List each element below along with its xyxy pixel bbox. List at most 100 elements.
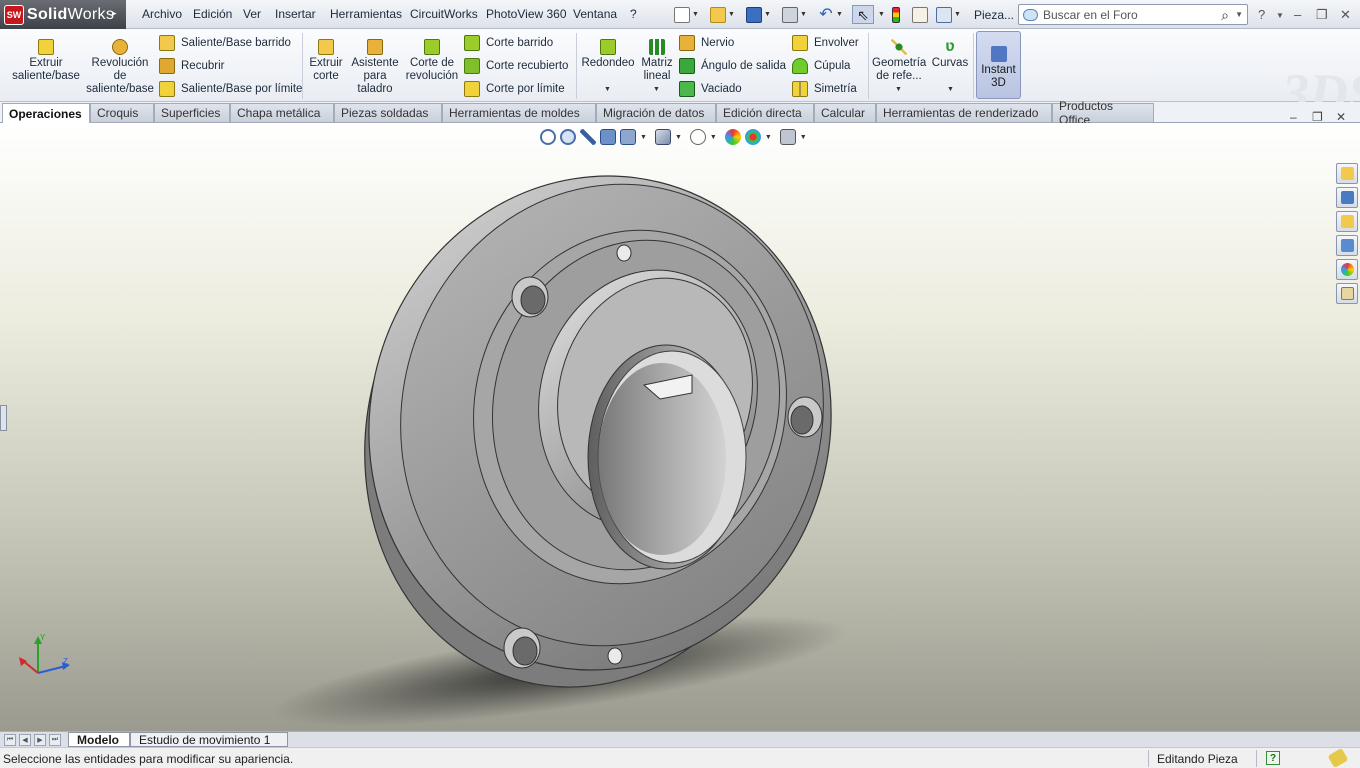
tab-operaciones[interactable]: Operaciones — [2, 103, 90, 124]
reference-triad[interactable]: Y Z — [14, 633, 74, 678]
revolve-boss-button[interactable]: Revolución de saliente/base — [86, 39, 154, 96]
loft-boss-button[interactable]: Recubrir — [159, 58, 224, 74]
dome-button[interactable]: Cúpula — [792, 58, 850, 74]
reference-geometry-label: Geometría de refe... — [872, 57, 927, 82]
swept-cut-label: Corte barrido — [486, 37, 554, 49]
curves-button[interactable]: ʋ Curvas — [930, 39, 970, 70]
revolve-cut-button[interactable]: Corte de revolución — [404, 39, 460, 83]
wrap-button[interactable]: Envolver — [792, 35, 859, 51]
linear-pattern-button[interactable]: Matriz lineal — [638, 39, 676, 83]
extrude-boss-button[interactable]: Extruir saliente/base — [12, 39, 80, 83]
menu-photoview-360[interactable]: PhotoView 360 — [486, 7, 567, 21]
menu-[interactable]: ? — [630, 7, 637, 21]
menu-herramientas[interactable]: Herramientas — [330, 7, 402, 21]
rib-button[interactable]: Nervio — [679, 35, 734, 51]
ribbon-separator — [973, 33, 974, 99]
forum-search-box[interactable]: Buscar en el Foro ⌕ ▼ — [1018, 4, 1248, 25]
help-button[interactable]: ? — [1258, 7, 1265, 22]
curves-dropdown-icon[interactable]: ▼ — [947, 86, 954, 93]
menu-archivo[interactable]: Archivo — [142, 7, 182, 21]
swept-cut-button[interactable]: Corte barrido — [464, 35, 553, 51]
previous-tab-icon[interactable]: ◀ — [19, 734, 31, 746]
open-button[interactable]: ▼ — [710, 5, 735, 24]
fillet-dropdown-icon[interactable]: ▼ — [604, 86, 611, 93]
tab-piezas-soldadas[interactable]: Piezas soldadas — [334, 103, 442, 123]
tag-icon[interactable] — [1327, 747, 1349, 768]
menu-pin-icon[interactable]: ▸ — [112, 8, 117, 19]
document-close-button[interactable]: ✕ — [1336, 110, 1346, 124]
tab-croquis[interactable]: Croquis — [90, 103, 154, 123]
tab-calcular[interactable]: Calcular — [814, 103, 876, 123]
linear-pattern-label: Matriz lineal — [641, 57, 673, 82]
tab-edición-directa[interactable]: Edición directa — [716, 103, 814, 123]
draft-button[interactable]: Ángulo de salida — [679, 58, 786, 74]
model-tab[interactable]: Modelo — [68, 732, 130, 747]
undo-button[interactable]: ↶ ▼ — [818, 5, 843, 24]
tab-migración-de-datos[interactable]: Migración de datos — [596, 103, 716, 123]
lofted-cut-label: Corte recubierto — [486, 60, 569, 72]
curves-label: Curvas — [931, 57, 969, 69]
menu-ventana[interactable]: Ventana — [573, 7, 617, 21]
options-button[interactable]: ▼ — [936, 5, 961, 24]
tab-herramientas-de-moldes[interactable]: Herramientas de moldes — [442, 103, 596, 123]
status-bar: Seleccione las entidades para modificar … — [0, 747, 1360, 768]
swept-boss-button[interactable]: Saliente/Base barrido — [159, 35, 291, 51]
curves-icon: ʋ — [945, 38, 955, 55]
revolve-boss-label: Revolución de saliente/base — [86, 57, 154, 95]
mirror-label: Simetría — [814, 83, 857, 95]
flange-part-model[interactable] — [0, 123, 1360, 731]
new-document-button[interactable]: ▼ — [674, 5, 699, 24]
lofted-cut-button[interactable]: Corte recubierto — [464, 58, 568, 74]
print-button[interactable]: ▼ — [782, 5, 807, 24]
mirror-icon — [792, 81, 808, 97]
first-tab-icon[interactable]: ⏮ — [4, 734, 16, 746]
quick-tips-help-icon[interactable]: ? — [1266, 751, 1280, 765]
revolve-cut-label: Corte de revolución — [405, 57, 459, 82]
select-dropdown[interactable]: ▼ — [876, 5, 885, 24]
save-button[interactable]: ▼ — [746, 5, 771, 24]
graphics-area[interactable]: ▼ ▼ ▼ ▼ ▼ Y Z — [0, 123, 1360, 731]
solidworks-logo[interactable]: SW SolidWorks ▸ — [0, 0, 126, 29]
dome-icon — [792, 58, 808, 74]
boundary-cut-icon — [464, 81, 480, 97]
menu-edición[interactable]: Edición — [193, 7, 232, 21]
minimize-button[interactable]: – — [1294, 7, 1301, 22]
shell-button[interactable]: Vaciado — [679, 81, 742, 97]
motion-study-tab[interactable]: Estudio de movimiento 1 — [130, 732, 288, 747]
boundary-cut-button[interactable]: Corte por límite — [464, 81, 565, 97]
loft-boss-icon — [159, 58, 175, 74]
hole-wizard-button[interactable]: Asistente para taladro — [350, 39, 400, 96]
boundary-boss-button[interactable]: Saliente/Base por límite — [159, 81, 302, 97]
file-properties-button[interactable] — [912, 5, 928, 24]
restore-button[interactable]: ❐ — [1316, 7, 1328, 23]
rebuild-button[interactable] — [892, 5, 900, 24]
mirror-button[interactable]: Simetría — [792, 81, 857, 97]
document-minimize-button[interactable]: – — [1290, 110, 1297, 124]
tab-superficies[interactable]: Superficies — [154, 103, 230, 123]
instant3d-button[interactable]: Instant 3D — [976, 31, 1021, 99]
pin-hole — [616, 244, 632, 262]
linear-pattern-dropdown-icon[interactable]: ▼ — [653, 86, 660, 93]
tab-herramientas-de-renderizado[interactable]: Herramientas de renderizado — [876, 103, 1052, 123]
reference-geometry-dropdown-icon[interactable]: ▼ — [895, 86, 902, 93]
fillet-button[interactable]: Redondeo — [580, 39, 636, 70]
status-message: Seleccione las entidades para modificar … — [3, 752, 294, 766]
next-tab-icon[interactable]: ▶ — [34, 734, 46, 746]
file-properties-icon — [912, 6, 928, 23]
document-restore-button[interactable]: ❐ — [1312, 110, 1323, 124]
menu-ver[interactable]: Ver — [243, 7, 261, 21]
tab-chapa-metálica[interactable]: Chapa metálica — [230, 103, 334, 123]
rib-label: Nervio — [701, 37, 735, 49]
extrude-boss-icon — [38, 39, 54, 55]
search-icon[interactable]: ⌕ — [1221, 7, 1229, 24]
extrude-cut-button[interactable]: Extruir corte — [306, 39, 346, 83]
last-tab-icon[interactable]: ⏭ — [49, 734, 61, 746]
help-dropdown-icon[interactable]: ▼ — [1276, 11, 1284, 20]
close-button[interactable]: ✕ — [1340, 7, 1351, 23]
select-button[interactable]: ⇖ — [852, 5, 874, 24]
menu-circuitworks[interactable]: CircuitWorks — [410, 7, 478, 21]
reference-geometry-button[interactable]: Geometría de refe... — [872, 39, 926, 83]
search-dropdown-icon[interactable]: ▼ — [1235, 10, 1243, 19]
tab-productos-office[interactable]: Productos Office — [1052, 99, 1154, 127]
menu-insertar[interactable]: Insertar — [275, 7, 316, 21]
